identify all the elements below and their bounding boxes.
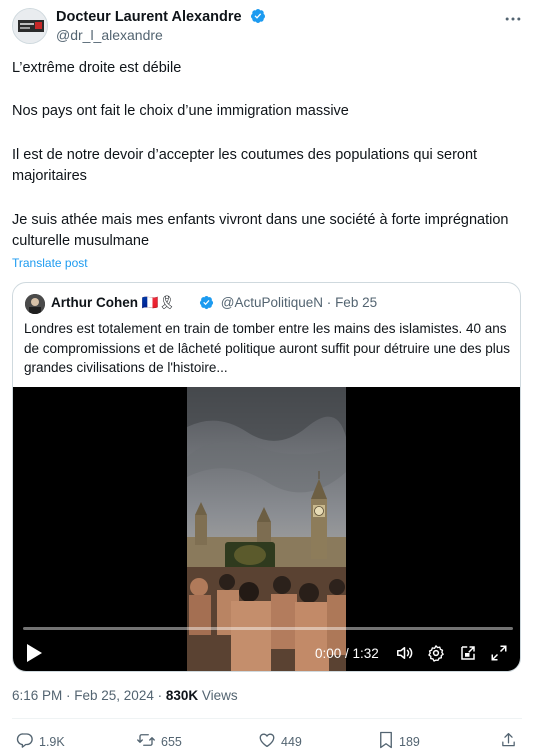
reply-icon bbox=[16, 731, 34, 752]
share-icon bbox=[500, 731, 517, 752]
quote-author-emoji: 🇫🇷🎗 bbox=[141, 295, 176, 310]
divider bbox=[12, 718, 522, 719]
quote-verified-badge-icon bbox=[199, 295, 214, 313]
quote-author-name[interactable]: Arthur Cohen 🇫🇷🎗 bbox=[51, 295, 176, 311]
quote-meta: @ActuPolitiqueN · Feb 25 bbox=[199, 295, 377, 313]
settings-icon[interactable] bbox=[427, 644, 445, 667]
post-paragraph: Il est de notre devoir d’accepter les co… bbox=[12, 147, 478, 184]
post-paragraph: Je suis athée mais mes enfants vivront d… bbox=[12, 212, 509, 249]
post-paragraph: Nos pays ont fait le choix d’une immigra… bbox=[12, 103, 349, 119]
bookmark-button[interactable]: 189 bbox=[378, 731, 420, 752]
share-button[interactable] bbox=[500, 731, 517, 752]
fullscreen-icon[interactable] bbox=[490, 644, 508, 667]
video-time: 0:00 / 1:32 bbox=[315, 646, 379, 661]
author-handle[interactable]: @dr_l_alexandre bbox=[56, 27, 163, 43]
post-timestamp: 6:16 PM · Feb 25, 2024 · 830K Views bbox=[12, 688, 238, 703]
author-name-text[interactable]: Docteur Laurent Alexandre bbox=[56, 9, 242, 25]
quote-text: Londres est totalement en train de tombe… bbox=[24, 321, 511, 375]
repost-count: 655 bbox=[161, 734, 182, 749]
quote-handle[interactable]: @ActuPolitiqueN bbox=[221, 295, 323, 310]
repost-icon bbox=[136, 731, 156, 752]
author-avatar[interactable] bbox=[12, 8, 48, 44]
post-time[interactable]: 6:16 PM · Feb 25, 2024 · bbox=[12, 688, 162, 703]
quote-author-name-text[interactable]: Arthur Cohen bbox=[51, 295, 138, 310]
video-player[interactable]: 0:00 / 1:32 bbox=[13, 387, 520, 671]
play-icon[interactable] bbox=[25, 643, 43, 668]
reply-button[interactable]: 1.9K bbox=[16, 731, 65, 752]
translate-post-link[interactable]: Translate post bbox=[12, 256, 88, 270]
author-name[interactable]: Docteur Laurent Alexandre bbox=[56, 8, 266, 28]
reply-count: 1.9K bbox=[39, 734, 65, 749]
verified-badge-icon bbox=[250, 8, 266, 28]
pip-icon[interactable] bbox=[459, 644, 477, 667]
more-icon[interactable] bbox=[502, 9, 524, 27]
like-button[interactable]: 449 bbox=[258, 731, 302, 752]
bookmark-count: 189 bbox=[399, 734, 420, 749]
post-paragraph: L’extrême droite est débile bbox=[12, 60, 182, 76]
views-label: Views bbox=[201, 688, 238, 703]
volume-icon[interactable] bbox=[395, 644, 414, 667]
like-count: 449 bbox=[281, 734, 302, 749]
repost-button[interactable]: 655 bbox=[136, 731, 182, 752]
video-progress-bar[interactable] bbox=[23, 627, 513, 630]
quote-author-avatar[interactable] bbox=[25, 294, 45, 314]
like-icon bbox=[258, 731, 276, 752]
quote-date[interactable]: Feb 25 bbox=[335, 295, 377, 310]
quoted-post[interactable]: Arthur Cohen 🇫🇷🎗 @ActuPolitiqueN · Feb 2… bbox=[12, 282, 521, 672]
quote-separator: · bbox=[326, 295, 332, 310]
views-count: 830K bbox=[165, 688, 199, 703]
bookmark-icon bbox=[378, 731, 394, 752]
